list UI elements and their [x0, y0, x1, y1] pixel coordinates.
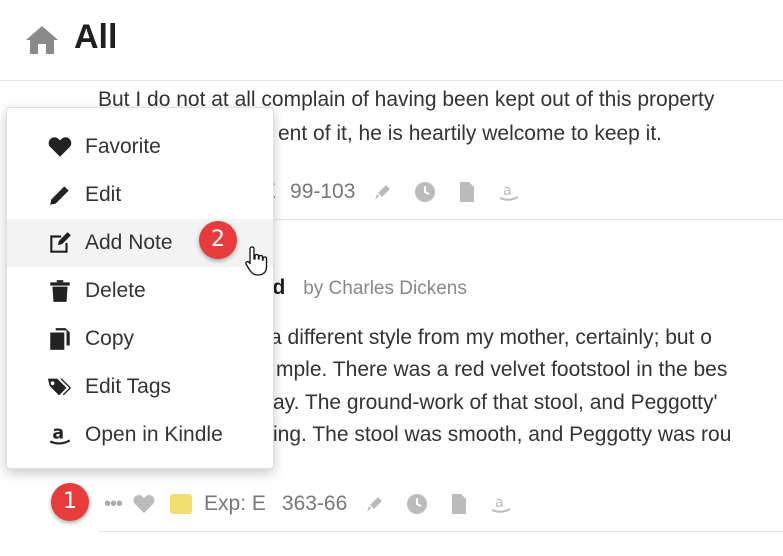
menu-item-label: Edit Tags: [85, 375, 171, 398]
exp-label: Exp: E: [204, 492, 266, 515]
note-1-text-line2: ent of it, he is heartily welcome to kee…: [278, 122, 663, 145]
menu-item-label: Copy: [85, 327, 135, 350]
menu-item-label: Favorite: [85, 135, 161, 158]
document-icon[interactable]: [447, 492, 471, 516]
amazon-icon[interactable]: a: [497, 180, 521, 204]
svg-text:a: a: [52, 423, 64, 443]
hand-cursor-icon: [245, 246, 268, 276]
menu-item-favorite[interactable]: Favorite: [7, 123, 273, 171]
svg-text:a: a: [503, 183, 512, 199]
menu-item-label: Open in Kindle: [85, 423, 223, 446]
menu-item-delete[interactable]: Delete: [7, 267, 273, 315]
amazon-icon: a: [49, 423, 71, 445]
note-1-location: 99-103: [290, 180, 356, 203]
menu-item-label: Edit: [85, 183, 122, 206]
heart-icon: [48, 137, 72, 157]
clock-icon[interactable]: [405, 492, 429, 516]
note-2-text-line2: mple. There was a red velvet footstool i…: [276, 358, 728, 381]
page-header: All: [0, 0, 783, 81]
page-title: All: [74, 18, 118, 56]
menu-item-open-in-kindle[interactable]: a Open in Kindle: [7, 411, 273, 459]
note-2-meta: ••• Exp: E 363-66 a: [104, 489, 531, 519]
book-author[interactable]: by Charles Dickens: [303, 278, 467, 299]
highlighter-icon[interactable]: [363, 492, 387, 516]
menu-item-edit[interactable]: Edit: [7, 171, 273, 219]
menu-item-edit-tags[interactable]: Edit Tags: [7, 363, 273, 411]
note-2-location: 363-66: [281, 492, 348, 515]
pencil-icon: [50, 186, 69, 205]
highlighter-icon[interactable]: [371, 180, 395, 204]
home-icon[interactable]: [24, 24, 60, 56]
annotation-badge-1: 1: [51, 483, 89, 521]
menu-item-copy[interactable]: Copy: [7, 315, 273, 363]
tags-icon: [47, 378, 72, 396]
trash-icon: [50, 280, 70, 302]
clock-icon[interactable]: [413, 180, 437, 204]
note-2-text-line1: a different style from my mother, certai…: [270, 326, 712, 349]
copy-icon: [50, 328, 70, 350]
menu-item-label: Add Note: [85, 231, 173, 254]
context-menu: Favorite Edit Add Note Delete Copy Edit …: [6, 107, 274, 469]
note-1-meta: E 99-103 a: [262, 177, 539, 207]
highlight-color-swatch[interactable]: [170, 494, 193, 514]
annotation-badge-2: 2: [199, 221, 237, 259]
more-options-button[interactable]: •••: [104, 493, 123, 516]
heart-icon[interactable]: [132, 492, 156, 516]
note-2-text-line3: ay. The ground-work of that stool, and P…: [273, 391, 718, 414]
note-2-text-line4: ing. The stool was smooth, and Peggotty …: [273, 423, 732, 446]
svg-text:a: a: [495, 495, 504, 511]
menu-item-label: Delete: [85, 279, 146, 302]
document-icon[interactable]: [455, 180, 479, 204]
divider: [98, 531, 783, 532]
edit-note-icon: [50, 232, 71, 253]
amazon-icon[interactable]: a: [489, 492, 513, 516]
book-title-row: eld by Charles Dickens: [255, 276, 467, 300]
